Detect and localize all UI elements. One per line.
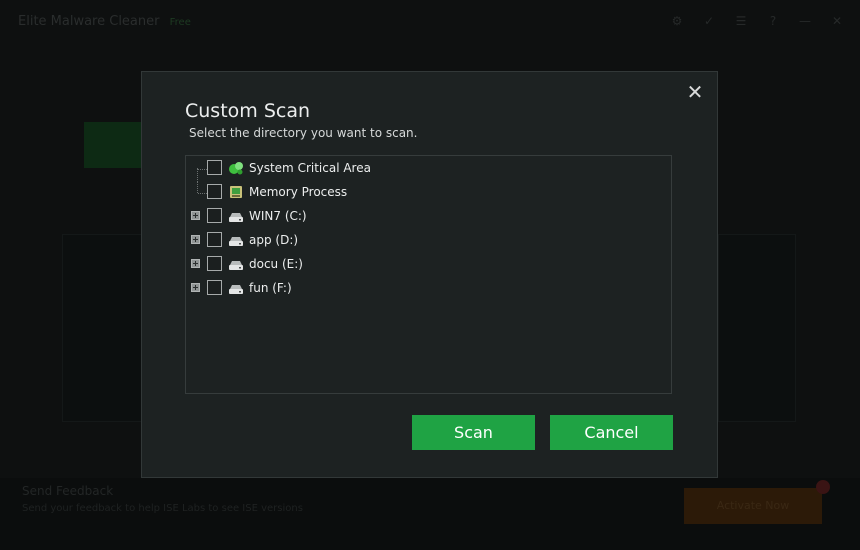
tree-item-drive-d[interactable]: app (D:) <box>186 230 671 250</box>
drive-icon <box>229 237 243 246</box>
app-title: Elite Malware Cleaner Free <box>18 14 191 29</box>
minimize-icon: — <box>799 14 811 28</box>
checkbox-memory-process[interactable] <box>207 184 222 199</box>
menu-icon: ☰ <box>735 14 747 28</box>
expand-icon[interactable] <box>191 235 200 244</box>
notification-dot <box>816 480 830 494</box>
checkbox-system-critical-area[interactable] <box>207 160 222 175</box>
system-area-icon <box>229 162 243 175</box>
activate-button: Activate Now <box>684 488 822 524</box>
tree-item-memory-process[interactable]: Memory Process <box>186 182 671 202</box>
tree-item-label: System Critical Area <box>249 161 371 175</box>
custom-scan-dialog: ✕ Custom Scan Select the directory you w… <box>141 71 718 478</box>
background-panel-right <box>718 234 796 422</box>
tree-connector <box>198 193 207 194</box>
checkbox-drive-f[interactable] <box>207 280 222 295</box>
memory-process-icon <box>230 186 242 198</box>
tree-item-label: docu (E:) <box>249 257 303 271</box>
checkbox-drive-c[interactable] <box>207 208 222 223</box>
tree-item-label: Memory Process <box>249 185 348 199</box>
tree-item-label: app (D:) <box>249 233 299 247</box>
expand-icon[interactable] <box>191 211 200 220</box>
drive-icon <box>229 213 243 222</box>
dialog-title: Custom Scan <box>185 100 311 122</box>
tree-connector <box>197 182 199 193</box>
dialog-subtitle: Select the directory you want to scan. <box>189 126 418 140</box>
background-panel-left <box>62 234 144 422</box>
footer-subtitle: Send your feedback to help ISE Labs to s… <box>22 503 303 514</box>
tree-connector <box>197 168 199 182</box>
tree-item-system-critical-area[interactable]: System Critical Area <box>186 158 671 182</box>
drive-icon <box>229 285 243 294</box>
close-icon[interactable]: ✕ <box>685 82 705 102</box>
tree-item-drive-f[interactable]: fun (F:) <box>186 278 671 298</box>
tree-item-label: WIN7 (C:) <box>249 209 307 223</box>
tree-connector <box>198 169 207 170</box>
version-badge: Free <box>169 17 191 28</box>
check-icon: ✓ <box>703 14 715 28</box>
expand-icon[interactable] <box>191 283 200 292</box>
tree-item-drive-e[interactable]: docu (E:) <box>186 254 671 274</box>
status-check-icon <box>84 122 142 168</box>
footer-title: Send Feedback <box>22 484 114 498</box>
checkbox-drive-e[interactable] <box>207 256 222 271</box>
window-controls: ⚙ ✓ ☰ ? — ✕ <box>668 12 846 30</box>
scan-button[interactable]: Scan <box>412 415 535 450</box>
help-icon: ? <box>769 14 777 28</box>
directory-tree[interactable]: System Critical Area Memory Process WIN7 <box>185 155 672 394</box>
expand-icon[interactable] <box>191 259 200 268</box>
tree-item-drive-c[interactable]: WIN7 (C:) <box>186 206 671 226</box>
checkbox-drive-d[interactable] <box>207 232 222 247</box>
close-window-icon: ✕ <box>831 14 843 28</box>
drive-icon <box>229 261 243 270</box>
tree-item-label: fun (F:) <box>249 281 292 295</box>
settings-icon: ⚙ <box>671 14 683 28</box>
app-title-text: Elite Malware Cleaner <box>18 14 160 29</box>
cancel-button[interactable]: Cancel <box>550 415 673 450</box>
